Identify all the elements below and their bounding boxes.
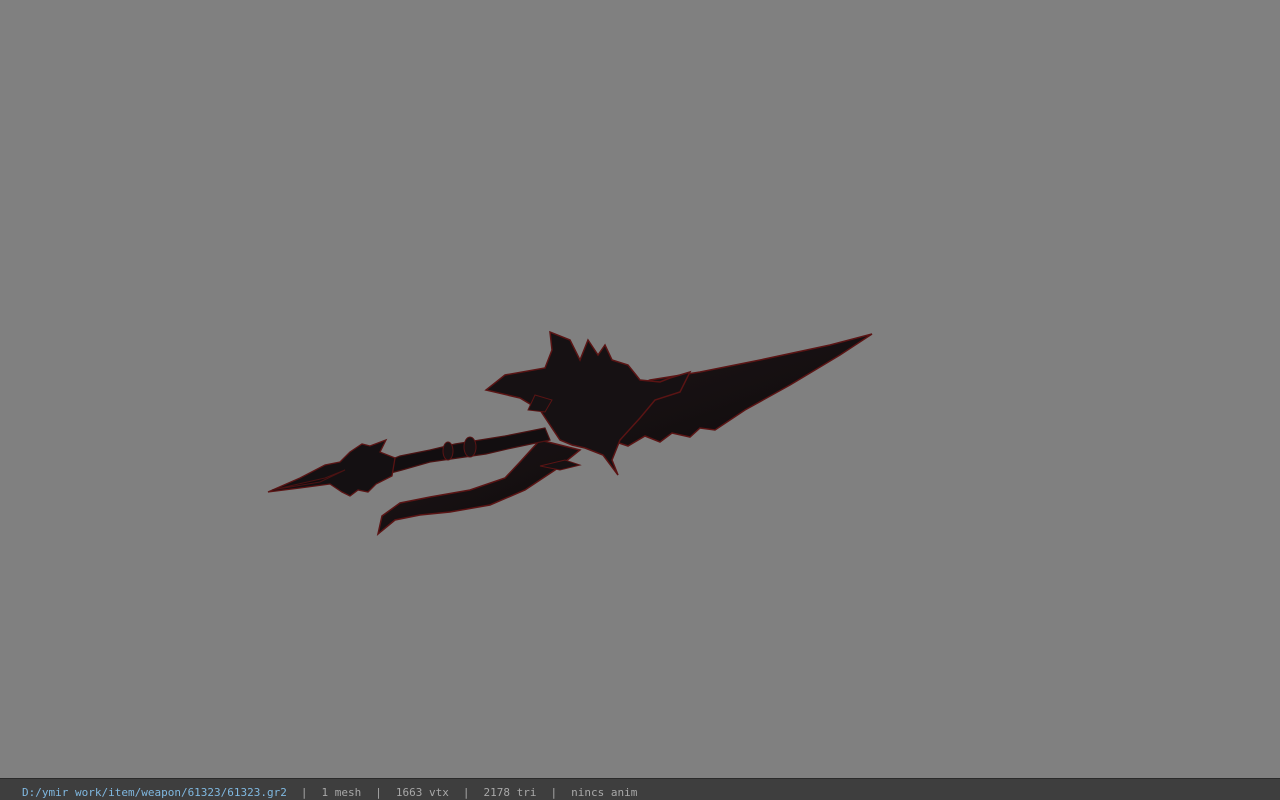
3d-viewport[interactable] [0, 0, 1280, 778]
weapon-handle-ring [463, 436, 477, 458]
status-mesh-count: 1 mesh [321, 786, 362, 799]
weapon-silhouette [267, 330, 873, 536]
status-separator: | [462, 786, 470, 799]
status-triangle-count: 2178 tri [483, 786, 537, 799]
status-vertex-count: 1663 vtx [395, 786, 449, 799]
status-separator: | [550, 786, 558, 799]
weapon-model [267, 330, 873, 536]
status-separator: | [300, 786, 308, 799]
status-file-path: D:/ymir work/item/weapon/61323/61323.gr2 [22, 786, 287, 799]
status-separator: | [375, 786, 382, 799]
status-bar: D:/ymir work/item/weapon/61323/61323.gr2… [0, 778, 1280, 800]
status-animation: nincs anim [571, 786, 638, 799]
model-viewer-window: D:/ymir work/item/weapon/61323/61323.gr2… [0, 0, 1280, 800]
weapon-handle-ring [442, 441, 454, 461]
